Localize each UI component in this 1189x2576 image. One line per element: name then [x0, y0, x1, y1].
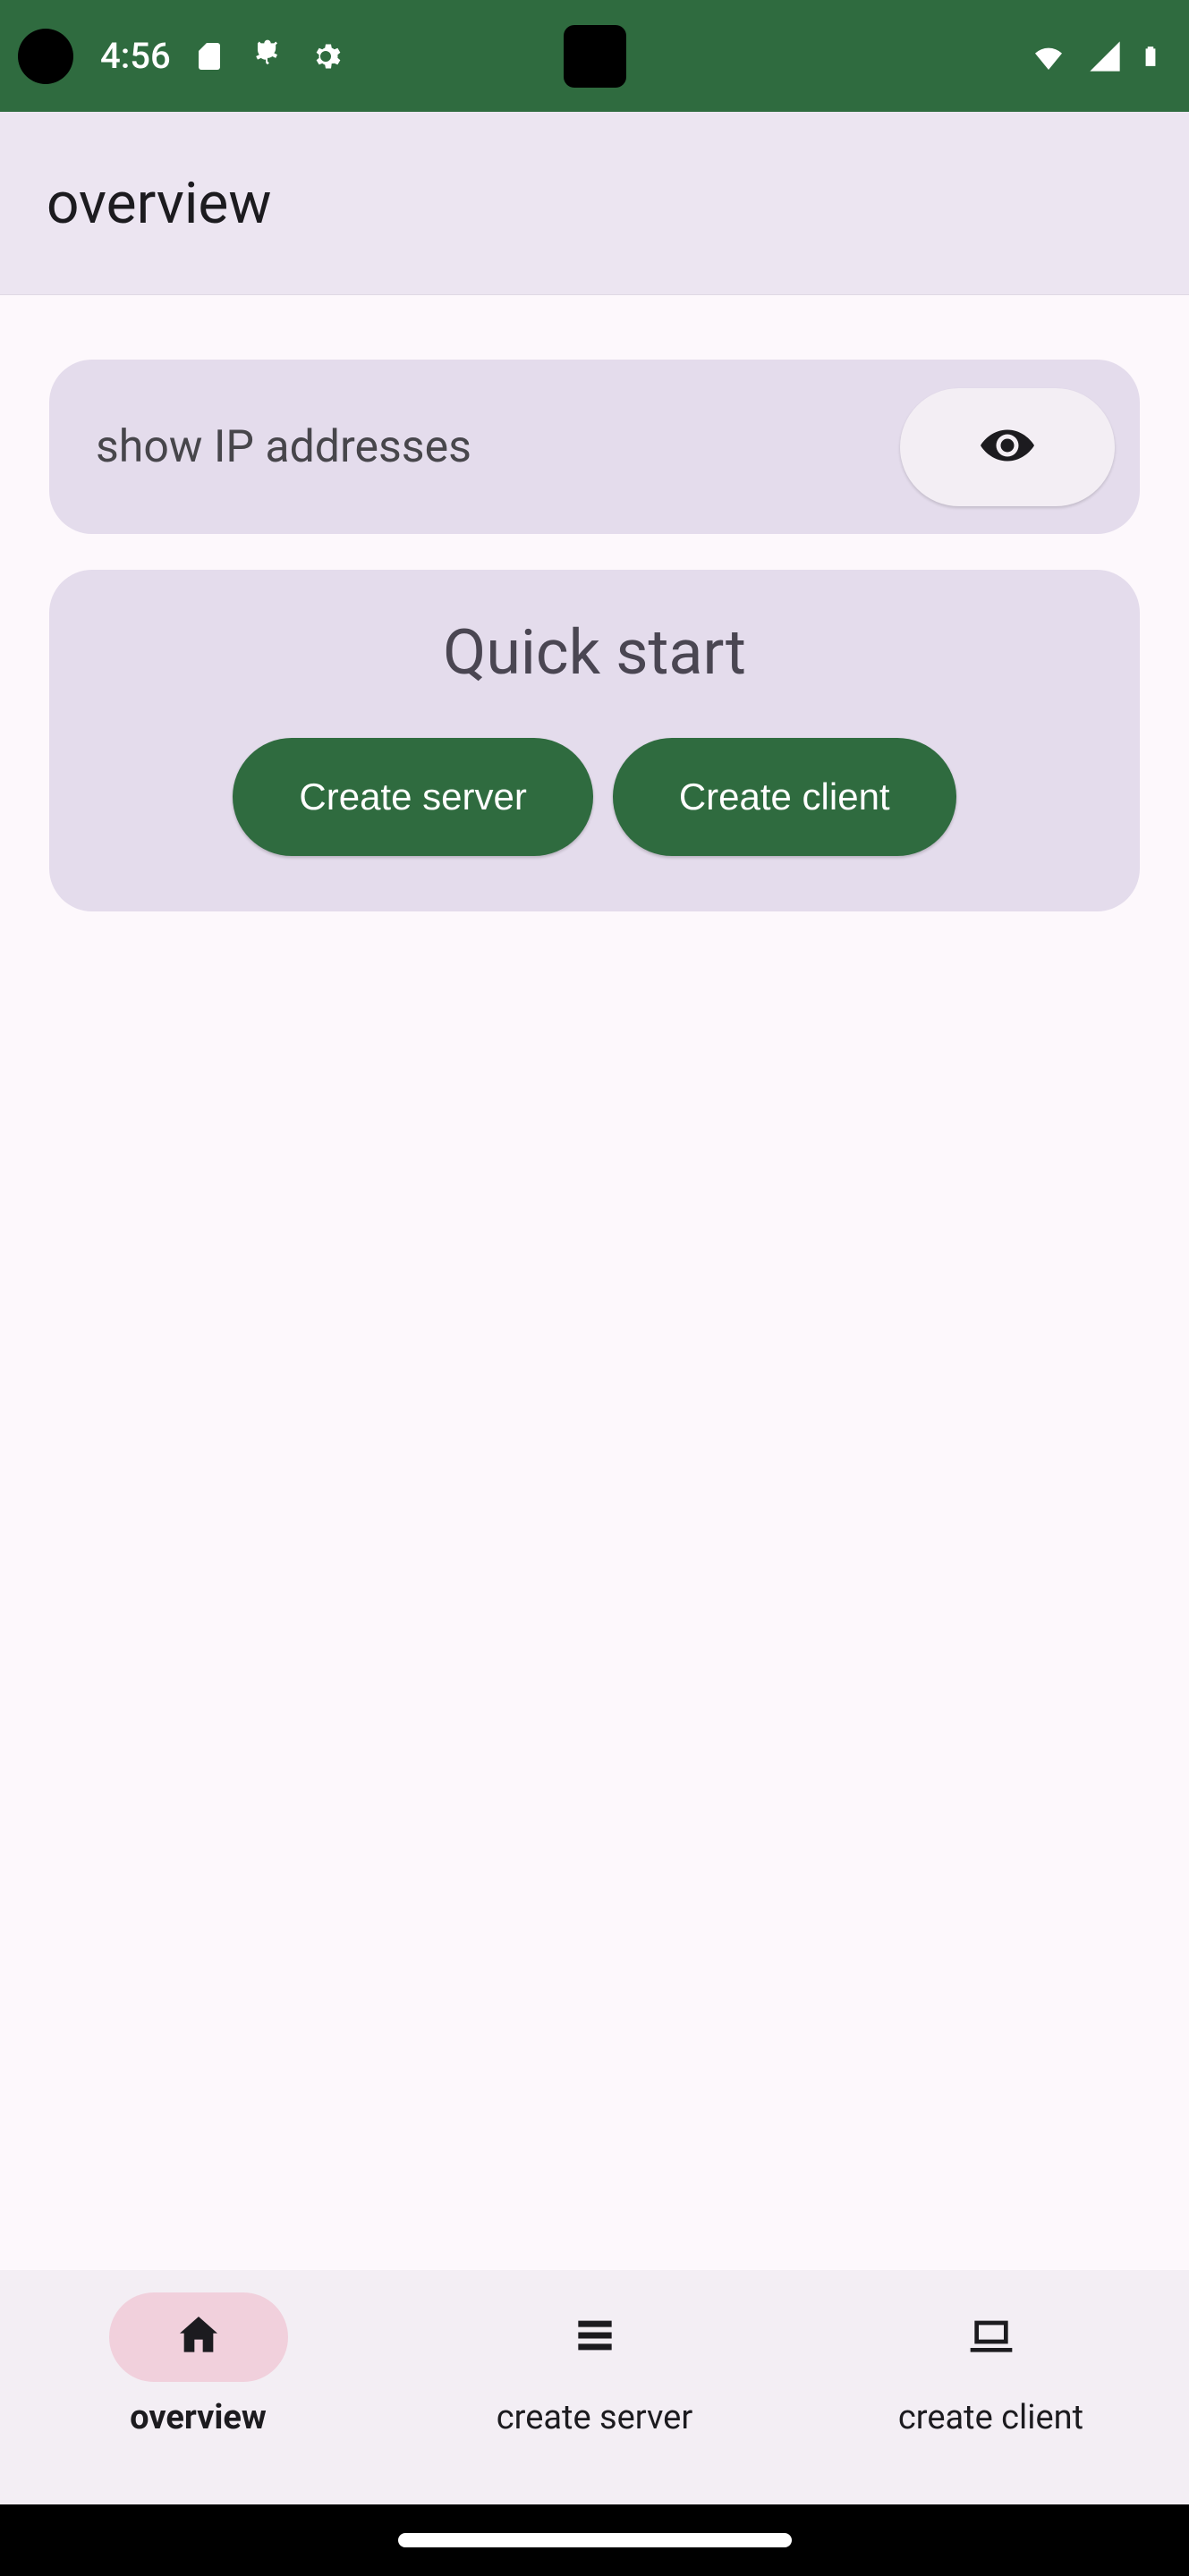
status-time: 4:56 [100, 35, 171, 77]
eye-icon [981, 419, 1034, 476]
gear-bug-icon [248, 37, 287, 76]
nav-icon-wrap [505, 2292, 684, 2382]
status-icons-left [193, 37, 342, 76]
home-icon [174, 2310, 224, 2364]
toggle-ip-visibility-button[interactable] [900, 388, 1115, 506]
quick-start-title: Quick start [443, 616, 746, 690]
quick-start-card: Quick start Create server Create client [49, 570, 1140, 911]
nav-icon-wrap [902, 2292, 1081, 2382]
nav-item-create-server[interactable]: create server [396, 2292, 793, 2504]
laptop-icon [966, 2310, 1016, 2364]
bottom-nav: overview create server create client [0, 2270, 1189, 2504]
gesture-nav-area [0, 2504, 1189, 2576]
status-icons-right [1026, 37, 1162, 76]
nav-label: create client [898, 2398, 1083, 2437]
quick-start-buttons: Create server Create client [233, 738, 955, 856]
nav-label: create server [497, 2398, 692, 2437]
nav-icon-wrap [109, 2292, 288, 2382]
content-area: show IP addresses Quick start Create ser… [0, 295, 1189, 2270]
list-icon [570, 2310, 620, 2364]
create-server-button[interactable]: Create server [233, 738, 592, 856]
create-client-button[interactable]: Create client [613, 738, 956, 856]
gear-small-icon [310, 40, 342, 72]
battery-icon [1139, 37, 1162, 76]
wifi-icon [1026, 38, 1071, 74]
camera-dot [18, 29, 73, 84]
status-bar: 4:56 [0, 0, 1189, 112]
gesture-nav-pill[interactable] [398, 2533, 792, 2547]
nav-item-create-client[interactable]: create client [793, 2292, 1189, 2504]
display-notch [564, 25, 626, 88]
show-ip-card: show IP addresses [49, 360, 1140, 534]
nav-item-overview[interactable]: overview [0, 2292, 396, 2504]
page-title: overview [47, 170, 271, 237]
nav-label: overview [130, 2398, 267, 2437]
sd-card-icon [193, 37, 225, 76]
show-ip-label: show IP addresses [96, 421, 900, 473]
app-bar: overview [0, 112, 1189, 295]
cell-signal-icon [1087, 38, 1123, 74]
